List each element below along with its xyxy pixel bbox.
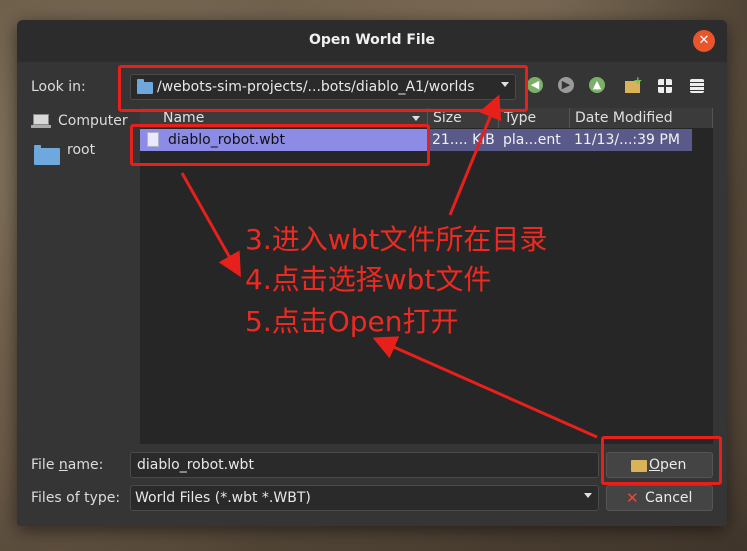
arrow-to-look-in <box>448 94 502 216</box>
annotation-arrows <box>180 94 598 439</box>
arrow-to-file <box>180 172 241 278</box>
arrow-to-open-text <box>372 336 598 439</box>
